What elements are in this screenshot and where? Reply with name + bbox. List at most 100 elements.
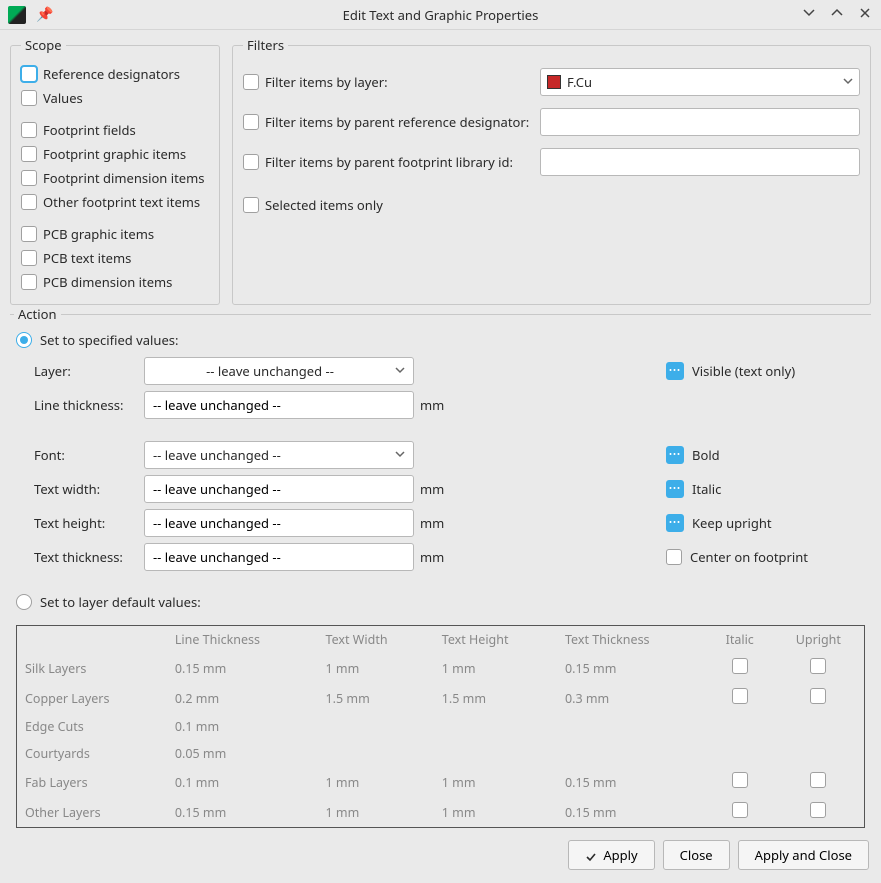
text-thickness-unit: mm — [414, 548, 446, 566]
app-icon — [8, 6, 26, 24]
scope-checkbox[interactable] — [21, 90, 37, 106]
set-specified-radio[interactable] — [16, 332, 32, 348]
line-thickness-input[interactable] — [144, 391, 414, 419]
center-on-footprint-checkbox[interactable] — [666, 549, 682, 565]
defaults-italic-checkbox[interactable] — [732, 688, 748, 704]
minimize-icon[interactable] — [801, 6, 817, 24]
scope-checkbox[interactable] — [21, 170, 37, 186]
pin-icon[interactable]: 📌 — [36, 5, 53, 24]
filter-by-libid-checkbox[interactable] — [243, 154, 259, 170]
scope-item-label: Reference designators — [43, 65, 180, 83]
bold-label: Bold — [692, 446, 720, 464]
apply-button[interactable]: Apply — [568, 840, 654, 870]
chevron-down-icon — [843, 75, 853, 90]
layer-field-value: -- leave unchanged -- — [206, 362, 334, 380]
visible-tristate[interactable] — [666, 362, 684, 380]
defaults-upright-checkbox[interactable] — [810, 658, 826, 674]
scope-item: Footprint graphic items — [21, 142, 209, 166]
defaults-upright-checkbox[interactable] — [810, 802, 826, 818]
table-cell: Edge Cuts — [17, 713, 167, 740]
filters-legend: Filters — [243, 36, 288, 54]
scope-item-label: Footprint graphic items — [43, 145, 186, 163]
center-on-footprint-label: Center on footprint — [690, 548, 808, 566]
defaults-header — [17, 626, 167, 654]
defaults-italic-checkbox[interactable] — [732, 658, 748, 674]
filter-by-refdes-label: Filter items by parent reference designa… — [265, 113, 534, 131]
table-cell: Other Layers — [17, 797, 167, 828]
scope-checkbox[interactable] — [21, 226, 37, 242]
filters-group: Filters Filter items by layer: F.Cu Filt… — [232, 36, 871, 305]
text-width-input[interactable] — [144, 475, 414, 503]
table-cell — [434, 713, 557, 740]
defaults-upright-checkbox[interactable] — [810, 772, 826, 788]
bold-tristate[interactable] — [666, 446, 684, 464]
scope-checkbox[interactable] — [21, 122, 37, 138]
filter-by-libid-input[interactable] — [540, 148, 860, 176]
scope-item: Reference designators — [21, 62, 209, 86]
filter-by-refdes-input[interactable] — [540, 108, 860, 136]
scope-item: Footprint fields — [21, 118, 209, 142]
defaults-table: Line ThicknessText WidthText HeightText … — [16, 625, 865, 828]
scope-item-label: Footprint dimension items — [43, 169, 205, 187]
scope-checkbox[interactable] — [21, 66, 37, 82]
defaults-italic-checkbox[interactable] — [732, 772, 748, 788]
scope-checkbox[interactable] — [21, 250, 37, 266]
table-row: Other Layers0.15 mm1 mm1 mm0.15 mm — [17, 797, 865, 828]
close-icon[interactable] — [857, 6, 873, 24]
table-row: Silk Layers0.15 mm1 mm1 mm0.15 mm — [17, 653, 865, 683]
set-defaults-label: Set to layer default values: — [40, 593, 201, 611]
table-cell — [773, 653, 865, 683]
table-cell — [557, 740, 707, 767]
check-icon — [585, 849, 597, 861]
keep-upright-tristate[interactable] — [666, 514, 684, 532]
filter-by-refdes-checkbox[interactable] — [243, 114, 259, 130]
visible-label: Visible (text only) — [692, 362, 795, 380]
layer-select[interactable]: F.Cu — [540, 68, 860, 96]
table-cell — [707, 713, 773, 740]
scope-checkbox[interactable] — [21, 194, 37, 210]
table-cell: 1 mm — [434, 797, 557, 828]
table-cell: Copper Layers — [17, 683, 167, 713]
table-cell — [707, 653, 773, 683]
italic-label: Italic — [692, 480, 721, 498]
scope-group: Scope Reference designatorsValuesFootpri… — [10, 36, 220, 305]
set-defaults-radio[interactable] — [16, 594, 32, 610]
table-cell — [707, 740, 773, 767]
table-cell: Fab Layers — [17, 767, 167, 797]
table-cell: 1 mm — [318, 653, 434, 683]
table-cell — [773, 683, 865, 713]
apply-label: Apply — [603, 846, 637, 864]
text-width-label: Text width: — [34, 480, 144, 498]
italic-tristate[interactable] — [666, 480, 684, 498]
defaults-upright-checkbox[interactable] — [810, 688, 826, 704]
layer-field-select[interactable]: -- leave unchanged -- — [144, 357, 414, 385]
scope-item-label: Other footprint text items — [43, 193, 200, 211]
scope-item: Footprint dimension items — [21, 166, 209, 190]
text-height-unit: mm — [414, 514, 446, 532]
scope-checkbox[interactable] — [21, 146, 37, 162]
layer-color-swatch — [547, 75, 561, 89]
text-height-input[interactable] — [144, 509, 414, 537]
action-group: Action Set to specified values: Layer: -… — [10, 305, 871, 828]
maximize-icon[interactable] — [829, 6, 845, 24]
filter-by-layer-checkbox[interactable] — [243, 74, 259, 90]
font-select[interactable]: -- leave unchanged -- — [144, 441, 414, 469]
defaults-header: Upright — [773, 626, 865, 654]
selected-items-only-checkbox[interactable] — [243, 197, 259, 213]
defaults-italic-checkbox[interactable] — [732, 802, 748, 818]
close-button[interactable]: Close — [663, 840, 730, 870]
close-label: Close — [680, 846, 713, 864]
defaults-header: Italic — [707, 626, 773, 654]
scope-item-label: PCB graphic items — [43, 225, 154, 243]
table-cell — [707, 797, 773, 828]
scope-item-label: Footprint fields — [43, 121, 136, 139]
scope-checkbox[interactable] — [21, 274, 37, 290]
table-cell — [318, 713, 434, 740]
keep-upright-label: Keep upright — [692, 514, 772, 532]
text-thickness-input[interactable] — [144, 543, 414, 571]
table-cell — [557, 713, 707, 740]
table-cell: 0.15 mm — [557, 767, 707, 797]
table-row: Copper Layers0.2 mm1.5 mm1.5 mm0.3 mm — [17, 683, 865, 713]
apply-and-close-button[interactable]: Apply and Close — [738, 840, 869, 870]
scope-legend: Scope — [21, 36, 66, 54]
